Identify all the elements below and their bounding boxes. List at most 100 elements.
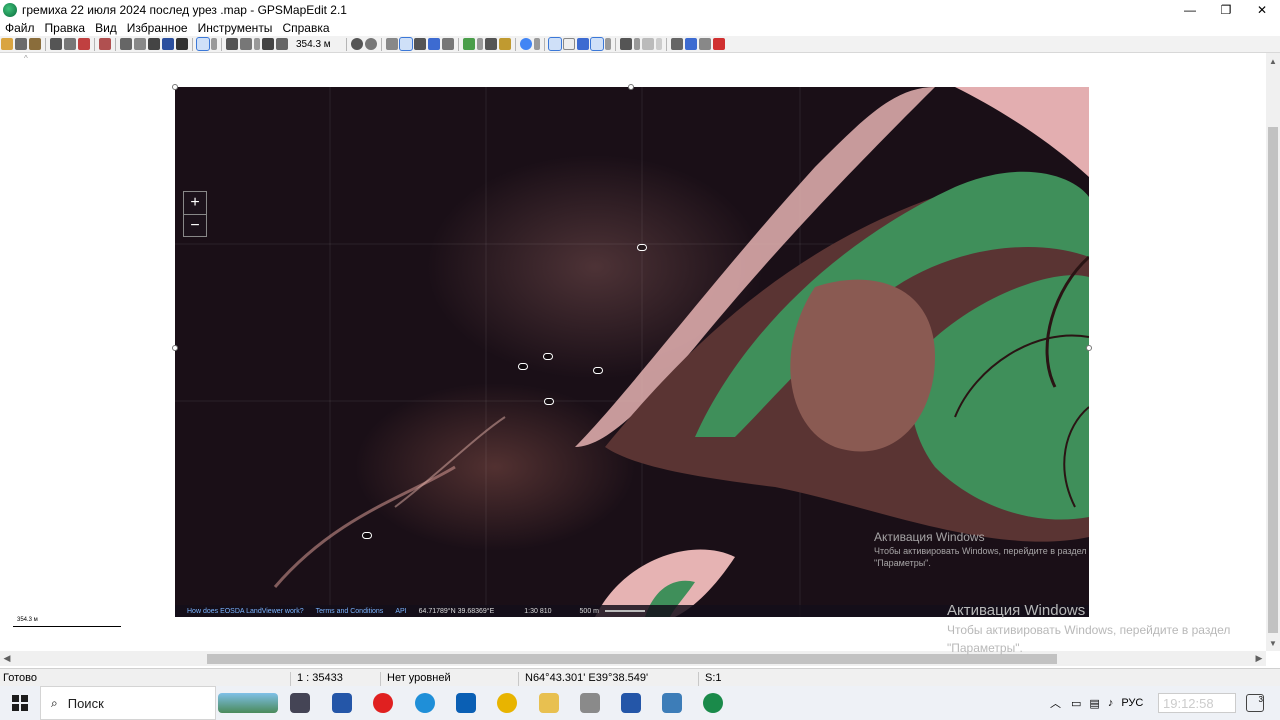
layer-icon[interactable] xyxy=(548,37,562,51)
api-link[interactable]: API xyxy=(395,608,406,615)
raster-icon[interactable] xyxy=(590,37,604,51)
network-icon[interactable]: ▤ xyxy=(1089,697,1099,710)
image-icon[interactable] xyxy=(577,38,589,50)
scroll-right-icon[interactable]: ▶ xyxy=(1252,651,1266,666)
vertical-scrollbar[interactable]: ▲ ▼ xyxy=(1266,53,1280,651)
zoom-out-icon[interactable] xyxy=(365,38,377,50)
node-edit-icon[interactable] xyxy=(196,37,210,51)
resize-handle[interactable] xyxy=(628,84,634,90)
label-icon[interactable] xyxy=(386,38,398,50)
resize-handle[interactable] xyxy=(172,345,178,351)
frame-icon[interactable] xyxy=(563,38,575,50)
scroll-up-icon[interactable]: ▲ xyxy=(1266,55,1280,67)
open-icon[interactable] xyxy=(1,38,13,50)
dropdown-arrow-icon[interactable] xyxy=(211,38,217,50)
menu-favorites[interactable]: Избранное xyxy=(122,21,193,35)
zoom-rect-icon[interactable] xyxy=(134,38,146,50)
hatch-icon[interactable] xyxy=(414,38,426,50)
yandex-icon[interactable] xyxy=(373,693,393,713)
select-icon[interactable] xyxy=(148,38,160,50)
dropdown-arrow-icon[interactable] xyxy=(534,38,540,50)
waypoint-marker[interactable] xyxy=(593,367,603,374)
pan-icon[interactable] xyxy=(120,38,132,50)
widgets-icon[interactable] xyxy=(218,693,278,713)
chrome-icon[interactable] xyxy=(497,693,517,713)
route-icon[interactable] xyxy=(463,38,475,50)
zoom-in-icon[interactable] xyxy=(351,38,363,50)
map-icon[interactable] xyxy=(499,38,511,50)
undo-arrow-icon[interactable] xyxy=(620,38,632,50)
resize-handle[interactable] xyxy=(172,84,178,90)
device-icon[interactable]: ▭ xyxy=(1071,697,1081,710)
scroll-left-icon[interactable]: ◀ xyxy=(0,651,14,666)
waypoint-marker[interactable] xyxy=(518,363,528,370)
outlook-icon[interactable] xyxy=(456,693,476,713)
waypoint-marker[interactable] xyxy=(637,244,647,251)
taskbar-search[interactable]: ⌕ Поиск xyxy=(40,686,216,720)
gps-icon[interactable] xyxy=(485,38,497,50)
menu-view[interactable]: Вид xyxy=(90,21,122,35)
save-app-icon[interactable] xyxy=(332,693,352,713)
chevron-up-icon[interactable]: ︿ xyxy=(1050,695,1061,711)
dropdown-arrow-icon[interactable] xyxy=(656,38,662,50)
waypoint-marker[interactable] xyxy=(544,398,554,405)
waypoint-marker[interactable] xyxy=(543,353,553,360)
menu-file[interactable]: Файл xyxy=(0,21,40,35)
restore-button[interactable]: ❐ xyxy=(1208,0,1244,20)
gpsmapedit-taskbar-icon[interactable] xyxy=(703,693,723,713)
clock[interactable]: 19:12:58 xyxy=(1158,693,1236,713)
zoom-out-button[interactable]: − xyxy=(184,214,206,236)
minimize-button[interactable]: — xyxy=(1172,0,1208,20)
edit-icon[interactable] xyxy=(162,38,174,50)
notification-badge[interactable]: 3 xyxy=(1246,694,1264,712)
polyline-icon[interactable] xyxy=(176,38,188,50)
resize-handle[interactable] xyxy=(1086,345,1092,351)
measure-icon[interactable] xyxy=(262,38,274,50)
edge-icon[interactable] xyxy=(415,693,435,713)
horizontal-scroll-thumb[interactable] xyxy=(207,654,1057,664)
volume-icon[interactable]: ♪ xyxy=(1108,697,1114,709)
ruler-icon[interactable] xyxy=(276,38,288,50)
dropdown-arrow-icon[interactable] xyxy=(254,38,260,50)
vertical-scroll-thumb[interactable] xyxy=(1268,127,1278,633)
redo-arrow-icon[interactable] xyxy=(642,38,654,50)
scroll-down-icon[interactable]: ▼ xyxy=(1266,637,1280,649)
terms-link[interactable]: Terms and Conditions xyxy=(316,608,384,615)
explorer-icon[interactable] xyxy=(539,693,559,713)
calculator-icon[interactable] xyxy=(580,693,600,713)
close-button[interactable]: ✕ xyxy=(1244,0,1280,20)
grid-icon[interactable] xyxy=(399,37,413,51)
undo-icon[interactable] xyxy=(78,38,90,50)
zoom-in-button[interactable]: + xyxy=(184,192,206,214)
word-icon[interactable] xyxy=(621,693,641,713)
cut-icon[interactable] xyxy=(671,38,683,50)
paste-icon[interactable] xyxy=(699,38,711,50)
menu-edit[interactable]: Правка xyxy=(40,21,91,35)
erase-icon[interactable] xyxy=(99,38,111,50)
task-view-icon[interactable] xyxy=(290,693,310,713)
dropdown-arrow-icon[interactable] xyxy=(605,38,611,50)
delete-icon[interactable] xyxy=(713,38,725,50)
windows-logo-icon xyxy=(12,695,28,711)
google-icon[interactable] xyxy=(520,38,532,50)
photos-icon[interactable] xyxy=(662,693,682,713)
waypoint-marker[interactable] xyxy=(362,532,372,539)
dropdown-arrow-icon[interactable] xyxy=(477,38,483,50)
split-icon[interactable] xyxy=(226,38,238,50)
menu-tools[interactable]: Инструменты xyxy=(193,21,278,35)
waypoint-icon[interactable] xyxy=(428,38,440,50)
copy-icon[interactable] xyxy=(50,38,62,50)
save-icon[interactable] xyxy=(15,38,27,50)
props-icon[interactable] xyxy=(64,38,76,50)
print-icon[interactable] xyxy=(29,38,41,50)
copy2-icon[interactable] xyxy=(685,38,697,50)
window-controls: — ❐ ✕ xyxy=(1172,0,1280,20)
language-indicator[interactable]: РУС xyxy=(1121,697,1143,709)
draw-icon[interactable] xyxy=(240,38,252,50)
map-canvas[interactable]: ^ + − How does EOSDA LandViewer work? Te… xyxy=(0,53,1266,651)
track-icon[interactable] xyxy=(442,38,454,50)
dropdown-arrow-icon[interactable] xyxy=(634,38,640,50)
menu-help[interactable]: Справка xyxy=(277,21,334,35)
help-link[interactable]: How does EOSDA LandViewer work? xyxy=(187,608,304,615)
start-button[interactable] xyxy=(0,686,40,720)
